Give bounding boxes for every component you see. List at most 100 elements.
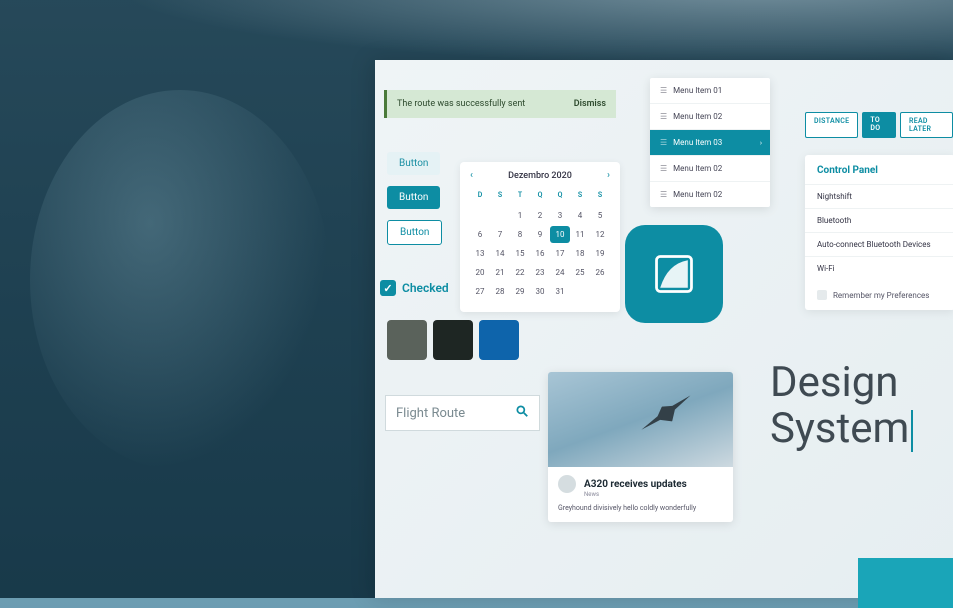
button-solid[interactable]: Button: [387, 186, 440, 209]
news-card[interactable]: A320 receives updates News Greyhound div…: [548, 372, 733, 522]
design-canvas: The route was successfully sent Dismiss …: [375, 60, 953, 598]
calendar-day[interactable]: 27: [470, 283, 490, 300]
menu-item-label: Menu Item 02: [673, 190, 722, 199]
person-icon: ☰: [660, 112, 667, 121]
calendar-day[interactable]: 12: [590, 226, 610, 243]
calendar-dow: Q: [550, 187, 570, 205]
calendar-day[interactable]: 20: [470, 264, 490, 281]
person-icon: ☰: [660, 164, 667, 173]
calendar-day: [590, 283, 610, 300]
menu-item[interactable]: ☰Menu Item 03›: [650, 130, 770, 156]
menu-list: ☰Menu Item 01☰Menu Item 02☰Menu Item 03›…: [650, 78, 770, 207]
search-icon[interactable]: [515, 404, 529, 422]
button-outline[interactable]: Button: [387, 220, 442, 245]
calendar-next[interactable]: ›: [607, 170, 610, 181]
news-body-text: Greyhound divisively hello coldly wonder…: [558, 504, 723, 512]
remember-preferences[interactable]: Remember my Preferences: [805, 280, 953, 310]
calendar-day[interactable]: 22: [510, 264, 530, 281]
panel-item[interactable]: Bluetooth: [805, 208, 953, 232]
avatar: [558, 475, 576, 493]
checkbox-checked[interactable]: ✓ Checked: [380, 280, 449, 296]
app-icon[interactable]: [625, 225, 723, 323]
calendar-dow: S: [590, 187, 610, 205]
toast-dismiss[interactable]: Dismiss: [574, 99, 606, 109]
menu-item-label: Menu Item 01: [673, 86, 722, 95]
heading-line1: Design: [770, 360, 913, 406]
calendar-day[interactable]: 23: [530, 264, 550, 281]
calendar-day[interactable]: 21: [490, 264, 510, 281]
calendar-day[interactable]: 24: [550, 264, 570, 281]
swatch-2[interactable]: [433, 320, 473, 360]
chevron-right-icon: ›: [760, 139, 762, 147]
menu-item-label: Menu Item 02: [673, 112, 722, 121]
news-title: A320 receives updates: [584, 479, 687, 490]
calendar-day[interactable]: 31: [550, 283, 570, 300]
calendar-day: [570, 283, 590, 300]
panel-item[interactable]: Wi-Fi: [805, 256, 953, 280]
calendar-dow: S: [490, 187, 510, 205]
text-cursor-icon: [911, 410, 913, 452]
button-light[interactable]: Button: [387, 152, 440, 175]
calendar-day[interactable]: 29: [510, 283, 530, 300]
calendar-day[interactable]: 4: [570, 207, 590, 224]
panel-item[interactable]: Auto-connect Bluetooth Devices: [805, 232, 953, 256]
calendar-day[interactable]: 2: [530, 207, 550, 224]
calendar-day[interactable]: 10: [550, 226, 570, 243]
calendar-day[interactable]: 26: [590, 264, 610, 281]
checkbox-icon: [817, 290, 827, 300]
calendar-prev[interactable]: ‹: [470, 170, 473, 181]
menu-item-label: Menu Item 03: [673, 138, 722, 147]
calendar-dow: S: [570, 187, 590, 205]
panel-title: Control Panel: [805, 155, 953, 184]
news-category: News: [584, 491, 723, 498]
chip-row: DISTANCE TO DO READ LATER: [805, 112, 953, 138]
calendar-day[interactable]: 8: [510, 226, 530, 243]
calendar-day[interactable]: 11: [570, 226, 590, 243]
chip-distance[interactable]: DISTANCE: [805, 112, 858, 138]
calendar-day: [470, 207, 490, 224]
calendar-day[interactable]: 18: [570, 245, 590, 262]
success-toast: The route was successfully sent Dismiss: [384, 90, 616, 118]
calendar-day[interactable]: 1: [510, 207, 530, 224]
calendar-day[interactable]: 25: [570, 264, 590, 281]
calendar-day[interactable]: 19: [590, 245, 610, 262]
calendar-dow: Q: [530, 187, 550, 205]
calendar-day[interactable]: 6: [470, 226, 490, 243]
calendar-dow: D: [470, 187, 490, 205]
calendar-day[interactable]: 14: [490, 245, 510, 262]
chip-readlater[interactable]: READ LATER: [900, 112, 953, 138]
menu-item[interactable]: ☰Menu Item 02: [650, 156, 770, 182]
menu-item[interactable]: ☰ Menu Item 02: [650, 182, 770, 207]
calendar-day[interactable]: 7: [490, 226, 510, 243]
accent-bar: [858, 558, 953, 608]
calendar-title: Dezembro 2020: [508, 171, 572, 181]
calendar-day[interactable]: 28: [490, 283, 510, 300]
calendar-day[interactable]: 9: [530, 226, 550, 243]
calendar-day[interactable]: 3: [550, 207, 570, 224]
remember-label: Remember my Preferences: [833, 291, 929, 300]
person-icon: ☰: [660, 190, 667, 199]
search-placeholder: Flight Route: [396, 406, 465, 421]
control-panel: Control Panel NightshiftBluetoothAuto-co…: [805, 155, 953, 310]
person-icon: ☰: [660, 86, 667, 95]
panel-item[interactable]: Nightshift: [805, 184, 953, 208]
calendar-day[interactable]: 17: [550, 245, 570, 262]
checkbox-label: Checked: [402, 281, 449, 295]
calendar-day[interactable]: 30: [530, 283, 550, 300]
calendar-day[interactable]: 13: [470, 245, 490, 262]
menu-item[interactable]: ☰ Menu Item 02: [650, 104, 770, 130]
news-image: [548, 372, 733, 467]
heading-line2: System: [770, 404, 909, 453]
calendar-day[interactable]: 16: [530, 245, 550, 262]
menu-item[interactable]: ☰ Menu Item 01: [650, 78, 770, 104]
calendar-day[interactable]: 5: [590, 207, 610, 224]
calendar-day: [490, 207, 510, 224]
calendar: ‹ Dezembro 2020 › DSTQQSS123456789101112…: [460, 162, 620, 312]
calendar-dow: T: [510, 187, 530, 205]
chip-todo[interactable]: TO DO: [862, 112, 896, 138]
swatch-1[interactable]: [387, 320, 427, 360]
toast-message: The route was successfully sent: [397, 99, 525, 109]
search-input[interactable]: Flight Route: [385, 395, 540, 431]
swatch-3[interactable]: [479, 320, 519, 360]
calendar-day[interactable]: 15: [510, 245, 530, 262]
